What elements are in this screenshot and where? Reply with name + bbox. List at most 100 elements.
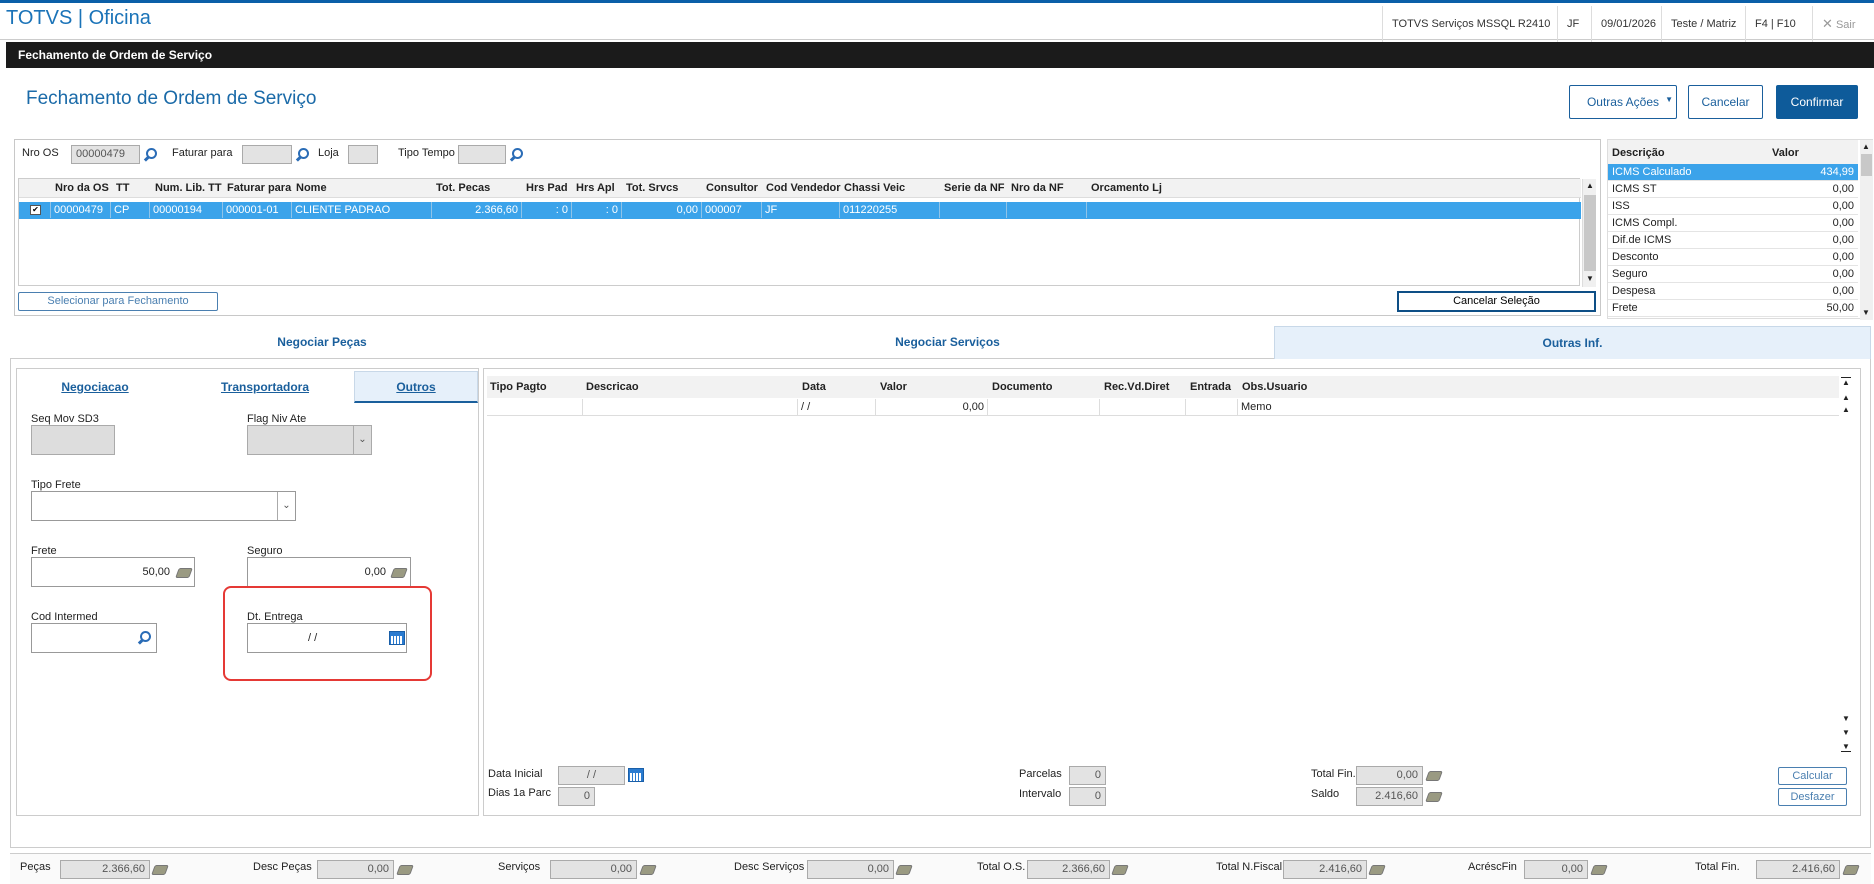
os-grid-scrollbar[interactable]: ▲ ▼	[1582, 179, 1596, 287]
money-icon[interactable]	[151, 865, 169, 875]
col-hrs-apl[interactable]: Hrs Apl	[576, 179, 615, 197]
total-value-total-os[interactable]: 2.366,60	[1027, 860, 1110, 879]
parcelas-field[interactable]: 0	[1069, 766, 1106, 785]
outras-acoes-button[interactable]: Outras Ações ▼	[1569, 85, 1677, 119]
scroll-up-icon[interactable]: ▲	[1585, 181, 1595, 191]
cancelar-selecao-button[interactable]: Cancelar Seleção	[1397, 291, 1596, 312]
table-row[interactable]: Frete 50,00	[1608, 300, 1858, 317]
search-icon[interactable]	[144, 147, 158, 161]
table-row[interactable]: / / 0,00 Memo	[487, 399, 1839, 416]
col-documento[interactable]: Documento	[992, 378, 1053, 396]
table-row[interactable]: ICMS Compl. 0,00	[1608, 215, 1858, 232]
money-icon[interactable]	[396, 865, 414, 875]
date-label[interactable]: 09/01/2026	[1591, 6, 1665, 42]
scroll-top-icon[interactable]: ▲	[1841, 377, 1851, 387]
col-data[interactable]: Data	[802, 378, 826, 396]
company-label[interactable]: Teste / Matriz	[1661, 6, 1745, 42]
scroll-down-icon[interactable]: ▼	[1585, 274, 1595, 284]
total-fin-field[interactable]: 0,00	[1356, 766, 1423, 785]
col-orcamento[interactable]: Orcamento Lj	[1091, 179, 1162, 197]
tab-transportadora[interactable]: Transportadora	[205, 374, 325, 400]
table-row[interactable]: ICMS Calculado 434,99	[1608, 164, 1858, 181]
total-value-servicos[interactable]: 0,00	[550, 860, 637, 879]
tab-negociar-servicos[interactable]: Negociar Serviços	[634, 326, 1261, 358]
tab-outras-inf[interactable]: Outras Inf.	[1274, 326, 1871, 359]
desfazer-button[interactable]: Desfazer	[1778, 788, 1847, 806]
saldo-field[interactable]: 2.416,60	[1356, 787, 1423, 806]
col-cod-vendedor[interactable]: Cod Vendedor	[766, 179, 841, 197]
col-rec-vd[interactable]: Rec.Vd.Diret	[1104, 378, 1169, 396]
table-row[interactable]: Dif.de ICMS 0,00	[1608, 232, 1858, 249]
col-valor[interactable]: Valor	[880, 378, 907, 396]
loja-field[interactable]	[348, 145, 378, 164]
total-value-acrescfin[interactable]: 0,00	[1524, 860, 1588, 879]
scroll-up-icon[interactable]: ▲	[1841, 405, 1851, 415]
col-valor[interactable]: Valor	[1772, 144, 1799, 162]
environment-label[interactable]: TOTVS Serviços MSSQL R2410	[1382, 6, 1559, 42]
money-icon[interactable]	[895, 865, 913, 875]
search-icon[interactable]	[138, 630, 152, 644]
table-row[interactable]: ✔ 00000479 CP 00000194 000001-01 CLIENTE…	[19, 202, 1581, 219]
total-value-pecas[interactable]: 2.366,60	[60, 860, 150, 879]
table-row[interactable]: ICMS ST 0,00	[1608, 181, 1858, 198]
confirmar-button[interactable]: Confirmar	[1776, 85, 1858, 119]
shortcut-label[interactable]: F4 | F10	[1745, 6, 1805, 42]
seq-mov-field[interactable]	[31, 425, 115, 455]
tab-negociacao[interactable]: Negociacao	[45, 374, 145, 400]
nro-os-field[interactable]: 00000479	[71, 145, 140, 164]
dias-field[interactable]: 0	[558, 787, 595, 806]
cancelar-button[interactable]: Cancelar	[1688, 85, 1763, 119]
col-tot-srvcs[interactable]: Tot. Srvcs	[626, 179, 678, 197]
table-row[interactable]: ISS 0,00	[1608, 198, 1858, 215]
user-label[interactable]: JF	[1557, 6, 1588, 42]
tab-outros[interactable]: Outros	[354, 371, 478, 403]
col-hrs-pad[interactable]: Hrs Pad	[526, 179, 568, 197]
col-nro-os[interactable]: Nro da OS	[55, 179, 109, 197]
total-value-total-nfiscal[interactable]: 2.416,60	[1283, 860, 1367, 879]
flag-niv-select[interactable]: ⌄	[247, 425, 372, 455]
table-row[interactable]: Despesa 0,00	[1608, 283, 1858, 300]
checkbox[interactable]: ✔	[19, 202, 51, 218]
col-tt[interactable]: TT	[116, 179, 129, 197]
calendar-icon[interactable]	[389, 631, 405, 645]
col-nro-nf[interactable]: Nro da NF	[1011, 179, 1064, 197]
col-obs[interactable]: Obs.Usuario	[1242, 378, 1307, 396]
calendar-icon[interactable]	[628, 768, 644, 782]
dt-entrega-field[interactable]: / /	[247, 623, 407, 653]
tipo-frete-select[interactable]: ⌄	[31, 491, 296, 521]
data-inicial-field[interactable]: / /	[558, 766, 625, 785]
chevron-down-icon[interactable]: ⌄	[353, 426, 371, 454]
scroll-down-icon[interactable]: ▼	[1861, 308, 1871, 318]
col-serie-nf[interactable]: Serie da NF	[944, 179, 1005, 197]
faturar-para-field[interactable]	[242, 145, 292, 164]
col-entrada[interactable]: Entrada	[1190, 378, 1231, 396]
col-tipo-pagto[interactable]: Tipo Pagto	[490, 378, 547, 396]
col-nome[interactable]: Nome	[296, 179, 327, 197]
total-value-total-fin[interactable]: 2.416,60	[1756, 860, 1840, 879]
seguro-field[interactable]: 0,00	[247, 557, 411, 587]
col-consultor[interactable]: Consultor	[706, 179, 758, 197]
money-icon[interactable]	[639, 865, 657, 875]
scroll-thumb[interactable]	[1584, 195, 1596, 271]
tipo-tempo-field[interactable]	[458, 145, 506, 164]
money-icon[interactable]	[1111, 865, 1129, 875]
selecionar-fechamento-button[interactable]: Selecionar para Fechamento	[18, 292, 218, 311]
col-faturar[interactable]: Faturar para	[227, 179, 291, 197]
money-icon[interactable]	[1842, 865, 1860, 875]
search-icon[interactable]	[296, 147, 310, 161]
col-descricao[interactable]: Descricao	[586, 378, 639, 396]
scroll-down-icon[interactable]: ▼	[1841, 714, 1851, 724]
scroll-page-up-icon[interactable]: ▲	[1841, 393, 1851, 403]
money-icon[interactable]	[1590, 865, 1608, 875]
intervalo-field[interactable]: 0	[1069, 787, 1106, 806]
search-icon[interactable]	[510, 147, 524, 161]
calcular-button[interactable]: Calcular	[1778, 767, 1847, 785]
scroll-thumb[interactable]	[1861, 154, 1872, 176]
col-chassi[interactable]: Chassi Veic	[844, 179, 905, 197]
exit-button[interactable]: ✕ Sair	[1812, 6, 1874, 42]
chevron-down-icon[interactable]: ⌄	[277, 492, 295, 520]
total-value-desc-servicos[interactable]: 0,00	[807, 860, 894, 879]
col-num-lib[interactable]: Num. Lib. TT	[155, 179, 222, 197]
tab-negociar-pecas[interactable]: Negociar Peças	[10, 326, 634, 358]
total-value-desc-pecas[interactable]: 0,00	[317, 860, 394, 879]
